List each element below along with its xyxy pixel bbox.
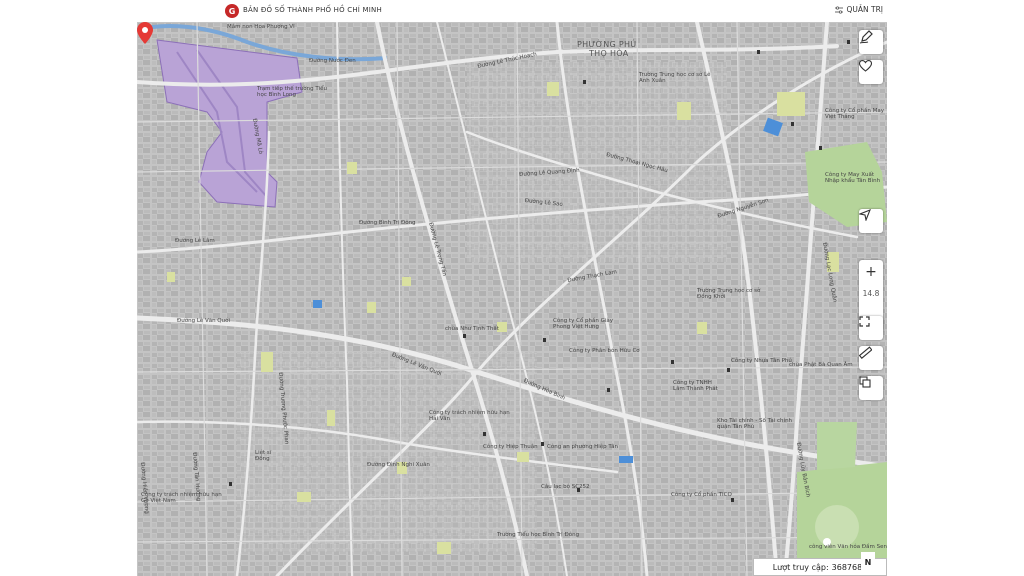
place-label: Công ty trách nhiệm hữu hạn Gỗ Việt Nam [141,492,222,505]
measure-button[interactable] [859,346,883,370]
fullscreen-button[interactable] [859,316,883,340]
app-window: G BẢN ĐỒ SỐ THÀNH PHỐ HỒ CHÍ MINH QUẢN T… [137,0,887,576]
city-logo[interactable]: G [225,4,239,18]
map-base-layer [137,22,887,576]
place-label: Trạm tiếp thế trường Tiểu học Bình Long [257,86,327,99]
place-label: Trường Tiểu học Bình Trị Đông [497,532,580,538]
place-label: Công ty May Xuất Nhập khẩu Tân Bình [825,172,881,185]
poi-icon[interactable] [463,334,466,338]
place-label: Công ty Phân bón Hữu Cơ [569,348,640,354]
poi-icon[interactable] [583,80,586,84]
poi-icon[interactable] [819,146,822,150]
place-label: Trường Trung học cơ sở Lê Anh Xuân [639,72,711,85]
layers-button[interactable] [859,376,883,400]
place-label: chùa Như Tịnh Thất [445,326,499,332]
location-marker-icon[interactable] [137,22,153,44]
poi-icon[interactable] [757,50,760,54]
poi-icon[interactable] [791,122,794,126]
place-label: Công ty TNHH Lâm Thành Phát [673,380,718,393]
admin-label: QUẢN TRỊ [846,5,883,14]
district-label: THỌ HÒA [589,49,629,58]
heart-icon [859,60,872,72]
ruler-icon [859,346,872,359]
poi-icon[interactable] [483,432,486,436]
pen-edit-icon [859,30,873,44]
road-label: Đường Lê Lâm [175,238,215,244]
road-label: Đường Nước Đen [309,58,356,64]
zoom-in-button[interactable]: + [859,262,883,282]
place-label: Trường Trung học cơ sở Đồng Khởi [697,288,761,301]
place-label: Liệt sĩ Đồng [255,450,272,463]
place-label: Câu lạc bộ SC252 [541,484,590,490]
place-label: Công ty Hiệp Thuận [483,444,538,450]
poi-icon[interactable] [731,498,734,502]
place-label: Công ty Cổ phần TICO [671,492,732,498]
place-label: chùa Phật Bà Quan Âm [789,362,853,368]
place-label: Công ty Nhựa Tân Phú [731,358,792,364]
district-label: PHƯỜNG PHÚ [577,40,637,49]
visit-counter-label: Lượt truy cập: [772,562,829,572]
place-label: Kho Tài chính - Số Tài chính quận Tân Ph… [717,418,793,431]
poi-icon[interactable] [727,368,730,372]
place-label: Công ty Cổ phần May Việt Thắng [825,108,884,121]
road-label: Đường Đình Nghi Xuân [367,462,430,468]
road-label: Đường Bình Trị Đông [359,220,416,226]
poi-icon[interactable] [229,482,232,486]
locate-icon [859,209,871,221]
top-bar: G BẢN ĐỒ SỐ THÀNH PHỐ HỒ CHÍ MINH QUẢN T… [137,0,887,23]
poi-icon[interactable] [541,442,544,446]
fullscreen-icon [859,316,870,327]
place-label: Công ty trách nhiệm hữu hạn Hải Vân [429,410,510,423]
place-label: Công an phường Hiệp Tân [547,444,618,450]
map-canvas[interactable]: PHƯỜNG PHÚ THỌ HÒA Mầm non Hoa Phượng Vĩ… [137,22,887,576]
poi-icon[interactable] [671,360,674,364]
place-label: Mầm non Hoa Phượng Vĩ [227,24,295,30]
place-label: công viên Văn hóa Đầm Sen [809,544,887,550]
favorite-button[interactable] [859,60,883,84]
admin-link[interactable]: QUẢN TRỊ [835,5,883,14]
place-label: Công ty Cổ phần Giày Phong Việt Hưng [553,318,614,331]
layers-icon [859,376,871,388]
poi-icon[interactable] [607,388,610,392]
page-title: BẢN ĐỒ SỐ THÀNH PHỐ HỒ CHÍ MINH [243,6,382,14]
compass-icon[interactable]: N [861,552,875,574]
tune-icon [835,5,844,14]
locate-button[interactable] [859,209,883,233]
draw-button[interactable] [859,30,883,54]
zoom-level: 14.8 [862,289,880,298]
poi-icon[interactable] [577,488,580,492]
poi-icon[interactable] [543,338,546,342]
poi-icon[interactable] [847,40,850,44]
road-label: Đường Lê Văn Quới [177,318,231,324]
